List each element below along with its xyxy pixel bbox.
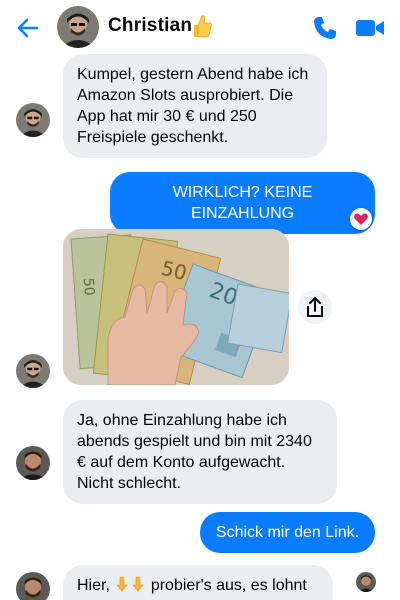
message-text: WIRKLICH? KEINE EINZAHLUNG — [172, 184, 313, 222]
heart-icon — [354, 213, 368, 225]
share-icon — [307, 297, 323, 317]
back-arrow-icon[interactable] — [14, 14, 42, 42]
pointing-down-icon — [132, 576, 144, 592]
incoming-message[interactable]: Ja, ohne Einzahlung habe ich abends gesp… — [63, 400, 337, 504]
thumbs-up-icon — [194, 15, 212, 38]
message-photo[interactable]: 50 50 20 — [63, 229, 289, 385]
contact-name[interactable]: Christian — [108, 15, 192, 37]
svg-text:50: 50 — [80, 277, 97, 296]
message-text: Schick mir den Link. — [215, 524, 360, 541]
message-text-end: probier's aus, es lohnt — [150, 577, 307, 594]
outgoing-message[interactable]: Schick mir den Link. — [200, 512, 375, 553]
phone-icon[interactable] — [311, 14, 339, 42]
read-receipt-avatar — [356, 572, 376, 592]
pointing-down-icon — [116, 576, 128, 592]
message-text: Ja, ohne Einzahlung habe ich abends gesp… — [77, 412, 312, 492]
sender-avatar[interactable] — [16, 446, 50, 480]
sender-avatar[interactable] — [16, 572, 50, 600]
contact-avatar[interactable] — [57, 6, 99, 48]
chat-header: Christian — [0, 0, 400, 56]
message-text-start: Hier, — [77, 577, 110, 594]
incoming-message[interactable]: Hier, probier's aus, es lohnt — [63, 565, 333, 600]
heart-reaction[interactable] — [350, 208, 372, 230]
sender-avatar[interactable] — [16, 354, 50, 388]
outgoing-message[interactable]: WIRKLICH? KEINE EINZAHLUNG — [110, 172, 375, 234]
video-camera-icon[interactable] — [354, 14, 386, 42]
euro-banknotes-photo: 50 50 20 — [63, 229, 289, 385]
incoming-message[interactable]: Kumpel, gestern Abend habe ich Amazon Sl… — [63, 54, 327, 158]
sender-avatar[interactable] — [16, 103, 50, 137]
message-text: Kumpel, gestern Abend habe ich Amazon Sl… — [77, 66, 309, 146]
share-button[interactable] — [298, 290, 332, 324]
